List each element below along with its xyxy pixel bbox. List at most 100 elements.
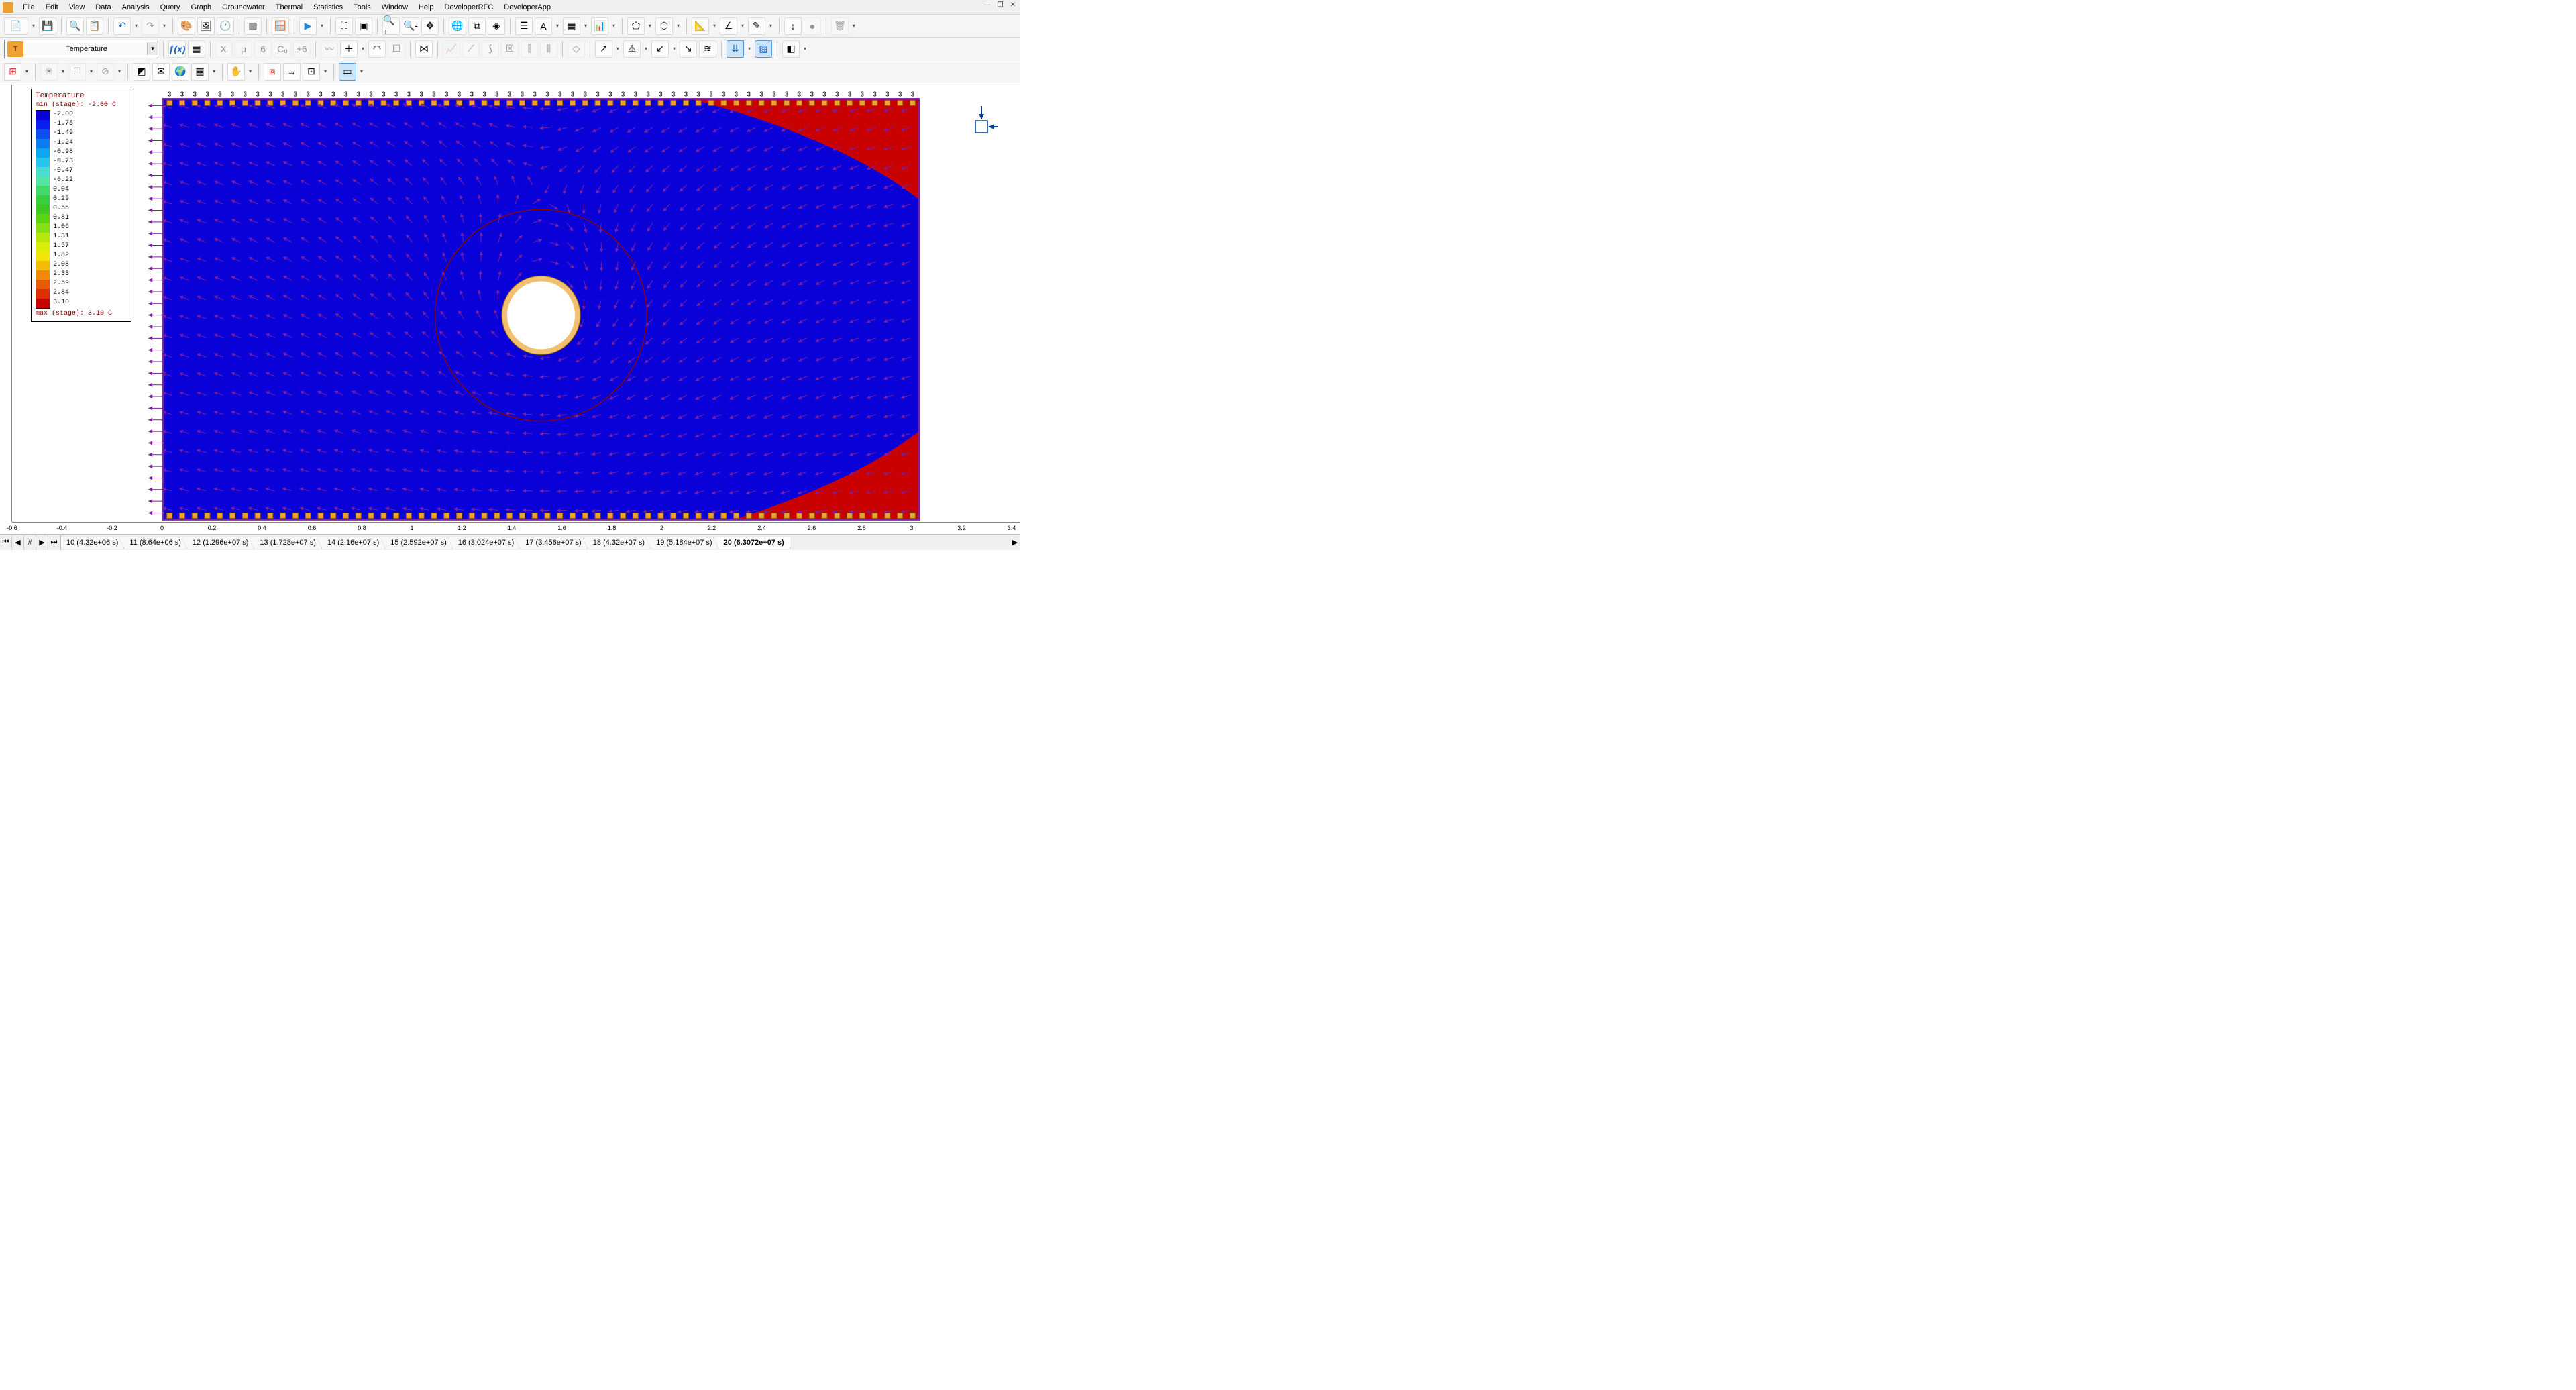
tab-next[interactable]: ▶ [36, 535, 48, 550]
stage-tab[interactable]: 14 (2.16e+07 s) [322, 537, 385, 549]
sun-button[interactable]: ☀ [40, 63, 58, 81]
menu-view[interactable]: View [64, 2, 91, 13]
l2-button[interactable]: ↘ [680, 40, 697, 58]
grid-button[interactable]: ▦ [563, 17, 580, 35]
circle-button[interactable]: ● [804, 17, 821, 35]
fit-button[interactable]: ▣ [355, 17, 372, 35]
g2-button[interactable]: ⟋ [462, 40, 480, 58]
rect-button[interactable]: ▭ [339, 63, 356, 81]
angle-button[interactable]: ∠ [720, 17, 737, 35]
menu-graph[interactable]: Graph [186, 2, 217, 13]
pen-button[interactable]: ✎ [748, 17, 765, 35]
flow-button[interactable]: ⇊ [727, 40, 744, 58]
cu-button[interactable]: Cᵤ [274, 40, 291, 58]
window-close[interactable]: ✕ [1009, 1, 1017, 9]
xi-button[interactable]: Xᵢ [215, 40, 233, 58]
zoom-out-button[interactable]: 🔍- [402, 17, 419, 35]
print-preview-button[interactable]: 🔍 [66, 17, 84, 35]
ruler-button[interactable]: 📐 [692, 17, 709, 35]
l1-button[interactable]: ↙ [651, 40, 669, 58]
menu-help[interactable]: Help [413, 2, 439, 13]
mesh-button[interactable]: ▦ [188, 40, 205, 58]
box-button[interactable]: ☐ [388, 40, 405, 58]
redo-button[interactable]: ↷ [142, 17, 159, 35]
text-button[interactable]: A [535, 17, 552, 35]
polygon-button[interactable]: ⬠ [627, 17, 645, 35]
legend[interactable]: Temperature min (stage): -2.00 C -2.00-1… [31, 89, 131, 322]
menu-developerrfc[interactable]: DeveloperRFC [439, 2, 499, 13]
page-button[interactable]: 📋 [86, 17, 103, 35]
play-button[interactable]: ▶ [299, 17, 317, 35]
pan-button[interactable]: ✥ [421, 17, 439, 35]
undo-button[interactable]: ↶ [113, 17, 131, 35]
arr-button[interactable]: ↔ [283, 63, 301, 81]
tab-scroll-right[interactable]: ▶ [1010, 538, 1020, 547]
palette-button[interactable]: 🎨 [178, 17, 195, 35]
window-maximize[interactable]: ❐ [996, 1, 1005, 9]
stage-tab[interactable]: 20 (6.3072e+07 s) [718, 537, 790, 549]
zoom-select-button[interactable]: ◈ [488, 17, 505, 35]
menu-data[interactable]: Data [90, 2, 116, 13]
undo-dropdown[interactable]: ▾ [133, 17, 140, 35]
mu-button[interactable]: μ [235, 40, 252, 58]
menu-query[interactable]: Query [155, 2, 186, 13]
stage-tab[interactable]: 12 (1.296e+07 s) [187, 537, 254, 549]
split-button[interactable]: ◧ [782, 40, 800, 58]
plus-button[interactable]: ＋ [340, 40, 358, 58]
tab-prev[interactable]: ◀ [12, 535, 24, 550]
tab-first[interactable]: ⏮ [0, 535, 12, 550]
stage-tab[interactable]: 16 (3.024e+07 s) [453, 537, 520, 549]
layers-button[interactable]: ☰ [515, 17, 533, 35]
trash-button[interactable]: 🗑 [831, 17, 849, 35]
arc-button[interactable]: ◠ [368, 40, 386, 58]
fx-button[interactable]: ƒ(x) [168, 40, 186, 58]
m3-button[interactable]: ⊡ [303, 63, 320, 81]
new-dropdown[interactable]: ▾ [30, 17, 37, 35]
up-button[interactable]: ↗ [595, 40, 612, 58]
stage-tab[interactable]: 10 (4.32e+06 s) [61, 537, 124, 549]
clock-button[interactable]: 🕐 [217, 17, 234, 35]
t1-button[interactable]: ◩ [133, 63, 150, 81]
chevron-down-icon[interactable]: ▼ [147, 42, 158, 55]
plot-canvas[interactable]: 3333333333333333333333333333333333333333… [12, 85, 1020, 522]
cut-button[interactable]: ⊘ [97, 63, 114, 81]
stage-tab[interactable]: 17 (3.456e+07 s) [520, 537, 587, 549]
col-button[interactable]: ⫿ [521, 40, 538, 58]
chart-button[interactable]: 📊 [591, 17, 608, 35]
image-button[interactable]: 🖼 [197, 17, 215, 35]
menu-edit[interactable]: Edit [40, 2, 64, 13]
stage-tab[interactable]: 19 (5.184e+07 s) [651, 537, 718, 549]
v1-button[interactable]: ⧈ [264, 63, 281, 81]
zoom-window-button[interactable]: ⧉ [468, 17, 486, 35]
stage-tab[interactable]: 15 (2.592e+07 s) [385, 537, 452, 549]
globe-button[interactable]: 🌍 [172, 63, 189, 81]
menu-tools[interactable]: Tools [348, 2, 376, 13]
window-button[interactable]: 🪟 [272, 17, 289, 35]
new-button[interactable]: 📄 [4, 17, 28, 35]
env-button[interactable]: ✉ [152, 63, 170, 81]
menu-file[interactable]: File [17, 2, 40, 13]
menu-developerapp[interactable]: DeveloperApp [498, 2, 556, 13]
menu-window[interactable]: Window [376, 2, 413, 13]
window-minimize[interactable]: — [983, 1, 992, 9]
g1-button[interactable]: 📈 [443, 40, 460, 58]
save-button[interactable]: 💾 [39, 17, 56, 35]
tab-last[interactable]: ⏭ [48, 535, 60, 550]
sel-button[interactable]: ⊞ [4, 63, 21, 81]
hatch-button[interactable]: ▨ [755, 40, 772, 58]
bars-button[interactable]: ⫼ [540, 40, 557, 58]
six-button[interactable]: 6 [254, 40, 272, 58]
redo-dropdown[interactable]: ▾ [161, 17, 168, 35]
diamond-button[interactable]: ◇ [568, 40, 585, 58]
g3-button[interactable]: ⟆ [482, 40, 499, 58]
vsort-button[interactable]: ↕ [784, 17, 802, 35]
expand-button[interactable]: ⛶ [335, 17, 353, 35]
menu-statistics[interactable]: Statistics [308, 2, 348, 13]
sq-button[interactable]: ☐ [68, 63, 86, 81]
menu-groundwater[interactable]: Groundwater [217, 2, 270, 13]
zoom-in-button[interactable]: 🔍+ [382, 17, 400, 35]
spline-button[interactable]: 〰 [321, 40, 338, 58]
g4-button[interactable]: ☒ [501, 40, 519, 58]
pm-button[interactable]: ±6 [293, 40, 311, 58]
menu-thermal[interactable]: Thermal [270, 2, 308, 13]
